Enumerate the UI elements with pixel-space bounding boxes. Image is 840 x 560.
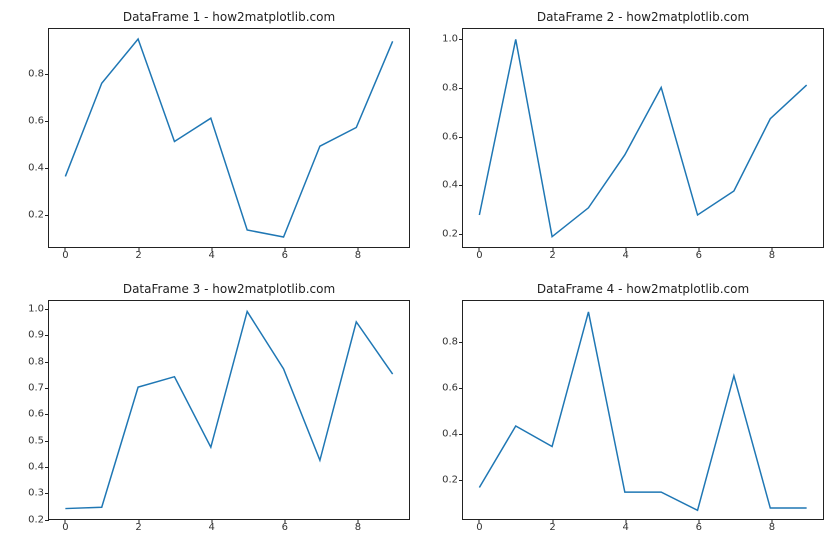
subplot-3: DataFrame 3 - how2matplotlib.com024680.2… [48, 300, 410, 520]
line-plot [463, 301, 823, 519]
y-tick-label: 0.5 [28, 435, 44, 446]
x-tick-label: 0 [62, 250, 68, 261]
x-tick-label: 6 [282, 250, 288, 261]
data-line [479, 312, 806, 510]
x-tick-label: 6 [282, 522, 288, 533]
chart-title: DataFrame 2 - how2matplotlib.com [462, 10, 824, 24]
axes: 024680.20.40.60.8 [48, 28, 410, 248]
x-tick-label: 2 [135, 522, 141, 533]
subplot-4: DataFrame 4 - how2matplotlib.com024680.2… [462, 300, 824, 520]
x-tick-label: 8 [769, 250, 775, 261]
y-tick-label: 0.2 [442, 475, 458, 486]
y-tick-label: 0.8 [28, 356, 44, 367]
data-line [65, 311, 392, 508]
y-tick-label: 0.6 [28, 116, 44, 127]
x-tick-label: 6 [696, 522, 702, 533]
y-tick-label: 0.7 [28, 382, 44, 393]
x-tick-label: 0 [476, 250, 482, 261]
x-tick-label: 6 [696, 250, 702, 261]
x-tick-label: 4 [623, 250, 629, 261]
y-tick-mark [45, 520, 49, 521]
y-tick-label: 0.2 [28, 514, 44, 525]
y-tick-label: 0.2 [28, 210, 44, 221]
x-tick-label: 0 [62, 522, 68, 533]
y-tick-label: 0.6 [442, 131, 458, 142]
y-tick-label: 0.4 [28, 163, 44, 174]
y-tick-label: 1.0 [442, 34, 458, 45]
line-plot [49, 29, 409, 247]
line-plot [463, 29, 823, 247]
x-tick-label: 2 [549, 250, 555, 261]
x-tick-label: 8 [355, 250, 361, 261]
y-tick-label: 0.3 [28, 488, 44, 499]
x-tick-label: 4 [623, 522, 629, 533]
line-plot [49, 301, 409, 519]
axes: 024680.20.30.40.50.60.70.80.91.0 [48, 300, 410, 520]
chart-title: DataFrame 3 - how2matplotlib.com [48, 282, 410, 296]
chart-title: DataFrame 1 - how2matplotlib.com [48, 10, 410, 24]
data-line [65, 39, 392, 237]
y-tick-label: 0.6 [442, 382, 458, 393]
y-tick-label: 0.6 [28, 409, 44, 420]
y-tick-label: 0.8 [28, 69, 44, 80]
x-tick-label: 0 [476, 522, 482, 533]
y-tick-label: 0.9 [28, 330, 44, 341]
subplot-2: DataFrame 2 - how2matplotlib.com024680.2… [462, 28, 824, 248]
x-tick-label: 2 [135, 250, 141, 261]
data-line [479, 39, 806, 236]
y-tick-label: 0.4 [28, 461, 44, 472]
axes: 024680.20.40.60.8 [462, 300, 824, 520]
subplot-1: DataFrame 1 - how2matplotlib.com024680.2… [48, 28, 410, 248]
x-tick-label: 4 [209, 250, 215, 261]
x-tick-label: 8 [769, 522, 775, 533]
y-tick-label: 0.8 [442, 83, 458, 94]
y-tick-label: 1.0 [28, 303, 44, 314]
chart-title: DataFrame 4 - how2matplotlib.com [462, 282, 824, 296]
y-tick-label: 0.2 [442, 228, 458, 239]
y-tick-label: 0.4 [442, 429, 458, 440]
x-tick-label: 4 [209, 522, 215, 533]
x-tick-label: 2 [549, 522, 555, 533]
y-tick-label: 0.4 [442, 180, 458, 191]
x-tick-label: 8 [355, 522, 361, 533]
axes: 024680.20.40.60.81.0 [462, 28, 824, 248]
y-tick-label: 0.8 [442, 336, 458, 347]
